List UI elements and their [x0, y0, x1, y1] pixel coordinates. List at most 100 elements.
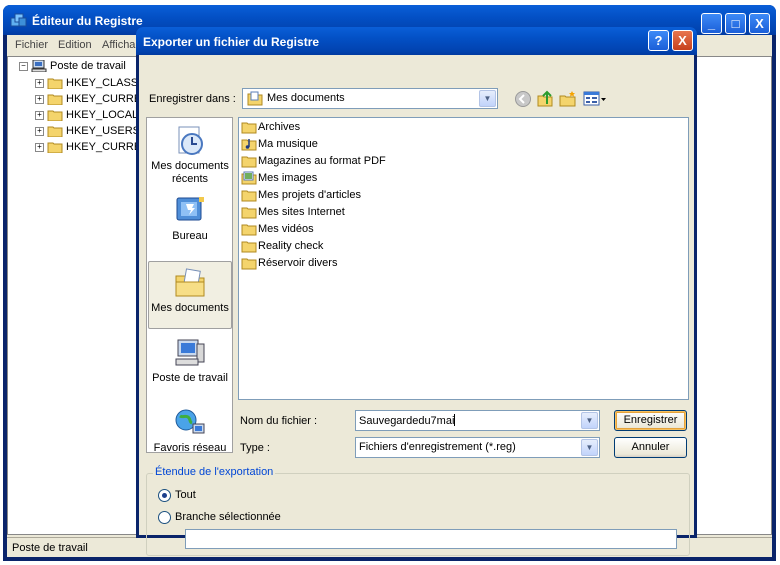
registry-tree[interactable]: − Poste de travail + HKEY_CLASS + HKEY_CURR…	[7, 56, 141, 535]
menu-affichage[interactable]: Afficha	[102, 39, 135, 51]
list-item[interactable]: Réservoir divers	[241, 256, 337, 272]
expand-icon[interactable]: +	[35, 78, 44, 88]
filename-input[interactable]: Sauvegardedu7mai ▼	[355, 410, 600, 431]
tree-root-label: Poste de travail	[50, 60, 126, 72]
tree-key[interactable]: + HKEY_LOCAL	[35, 109, 138, 123]
file-name: Ma musique	[258, 138, 318, 150]
place-label: Mes documents	[151, 302, 229, 314]
export-dialog: Exporter un fichier du Registre ? X Enre…	[136, 27, 697, 556]
save-in-value: Mes documents	[267, 92, 345, 104]
place-label: Poste de travail	[152, 372, 228, 384]
list-item[interactable]: Mes sites Internet	[241, 205, 345, 221]
file-name: Magazines au format PDF	[258, 155, 386, 167]
folder-icon	[47, 78, 63, 90]
place-label: Favoris réseau	[153, 442, 227, 454]
expand-icon[interactable]: +	[35, 110, 44, 120]
tree-key-label: HKEY_LOCAL	[66, 109, 139, 121]
up-folder-icon[interactable]	[536, 90, 554, 108]
file-type-dropdown[interactable]: Fichiers d'enregistrement (*.reg) ▼	[355, 437, 600, 458]
folder-icon	[241, 241, 257, 253]
radio-selected-branch-label[interactable]: Branche sélectionnée	[175, 511, 281, 523]
text-caret	[454, 414, 456, 426]
type-label: Type :	[240, 442, 270, 454]
list-item[interactable]: Reality check	[241, 239, 323, 255]
place-my-computer[interactable]: Poste de travail	[148, 332, 232, 400]
radio-all[interactable]	[158, 489, 171, 502]
minimize-button[interactable]: _	[701, 13, 722, 34]
dialog-titlebar[interactable]: Exporter un fichier du Registre ? X	[136, 27, 697, 55]
my-documents-small-icon	[247, 91, 263, 106]
cancel-button[interactable]: Annuler	[614, 437, 687, 458]
filename-value: Sauvegardedu7mai	[359, 415, 455, 427]
back-icon[interactable]	[514, 90, 532, 108]
place-my-documents[interactable]: Mes documents	[148, 261, 232, 329]
folder-icon	[241, 156, 257, 168]
list-item[interactable]: Ma musique	[241, 137, 318, 153]
list-item[interactable]: Mes vidéos	[241, 222, 314, 238]
save-in-label: Enregistrer dans :	[149, 93, 236, 105]
status-text: Poste de travail	[12, 542, 88, 554]
save-button[interactable]: Enregistrer	[614, 410, 687, 431]
tree-key[interactable]: + HKEY_USERS	[35, 125, 140, 139]
tree-root[interactable]: − Poste de travail	[19, 60, 126, 74]
folder-icon	[241, 122, 257, 134]
chevron-down-icon[interactable]: ▼	[479, 90, 496, 107]
expand-icon[interactable]: +	[35, 142, 44, 152]
file-name: Mes vidéos	[258, 223, 314, 235]
recent-documents-icon	[178, 126, 203, 155]
chevron-down-icon[interactable]: ▼	[581, 439, 598, 456]
view-menu-icon[interactable]	[583, 90, 607, 108]
tree-key-label: HKEY_USERS	[66, 125, 140, 137]
folder-icon	[47, 126, 63, 138]
help-button[interactable]: ?	[648, 30, 669, 51]
dialog-title: Exporter un fichier du Registre	[143, 35, 320, 49]
menu-edition[interactable]: Edition	[58, 39, 92, 51]
file-name: Archives	[258, 121, 301, 133]
folder-icon	[241, 224, 257, 236]
place-network[interactable]: Favoris réseau	[148, 402, 232, 470]
radio-all-label[interactable]: Tout	[175, 489, 196, 501]
network-places-icon	[175, 409, 205, 434]
place-desktop[interactable]: Bureau	[148, 190, 232, 258]
dialog-close-button[interactable]: X	[672, 30, 693, 51]
save-in-dropdown[interactable]: Mes documents ▼	[242, 88, 498, 109]
export-scope-group: Étendue de l'exportation Tout Branche sé…	[146, 466, 690, 556]
expand-icon[interactable]: +	[35, 126, 44, 136]
file-name: Mes images	[258, 172, 318, 184]
close-button[interactable]: X	[749, 13, 770, 34]
my-computer-icon	[175, 339, 205, 366]
file-name: Réservoir divers	[258, 257, 338, 269]
filename-value-wrap: Sauvegardedu7mai	[359, 414, 456, 427]
chevron-down-icon[interactable]: ▼	[581, 412, 598, 429]
file-type-value: Fichiers d'enregistrement (*.reg)	[359, 441, 516, 453]
file-name: Mes projets d'articles	[258, 189, 361, 201]
list-item[interactable]: Magazines au format PDF	[241, 154, 386, 170]
registry-app-icon	[10, 13, 27, 27]
tree-key[interactable]: + HKEY_CURRE	[35, 141, 141, 155]
file-list[interactable]: Archives Ma musique Magazines au format …	[238, 117, 689, 400]
folder-icon	[241, 258, 257, 270]
list-item[interactable]: Mes images	[241, 171, 317, 187]
new-folder-icon[interactable]	[559, 90, 577, 108]
dialog-body: Enregistrer dans : Mes documents ▼ Mes d…	[139, 55, 694, 556]
branch-path-input[interactable]	[185, 529, 677, 549]
folder-icon	[47, 142, 63, 154]
radio-selected-branch[interactable]	[158, 511, 171, 524]
place-label: Bureau	[172, 230, 208, 242]
expand-icon[interactable]: +	[35, 94, 44, 104]
folder-icon	[241, 207, 257, 219]
my-documents-icon	[175, 268, 205, 297]
menu-fichier[interactable]: Fichier	[15, 39, 48, 51]
file-name: Reality check	[258, 240, 324, 252]
tree-key[interactable]: + HKEY_CURRE	[35, 93, 141, 107]
regedit-title: Éditeur du Registre	[32, 14, 143, 28]
place-recent-documents[interactable]: Mes documents récents	[148, 120, 232, 188]
maximize-button[interactable]: □	[725, 13, 746, 34]
desktop-icon	[176, 197, 204, 221]
tree-key[interactable]: + HKEY_CLASS	[35, 77, 138, 91]
collapse-icon[interactable]: −	[19, 61, 28, 71]
list-item[interactable]: Mes projets d'articles	[241, 188, 361, 204]
tree-key-label: HKEY_CLASS	[66, 77, 139, 89]
list-item[interactable]: Archives	[241, 120, 300, 136]
folder-icon	[47, 94, 63, 106]
